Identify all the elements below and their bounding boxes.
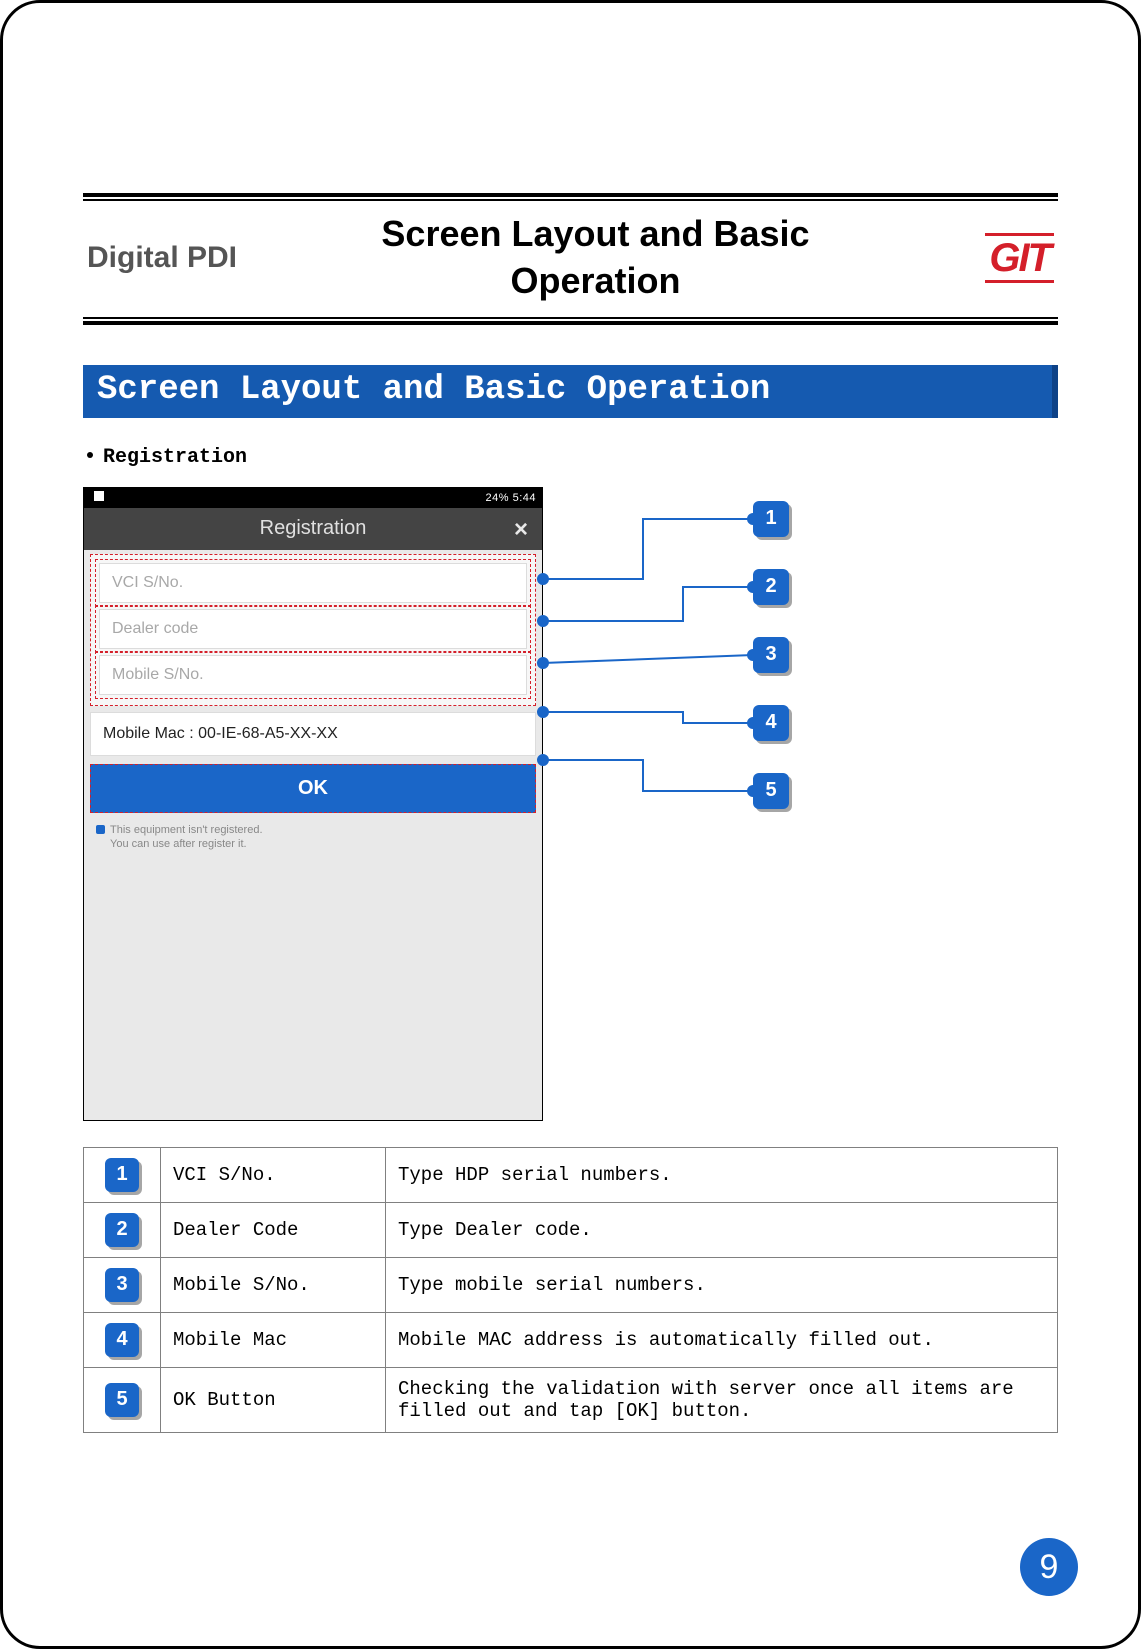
- row-name: Mobile Mac: [161, 1312, 386, 1367]
- callout-badge-2: 2: [753, 569, 789, 605]
- mobile-mac-field: Mobile Mac : 00-IE-68-A5-XX-XX: [90, 712, 536, 756]
- status-notification-icon: [94, 491, 104, 501]
- callout-badge-1: 1: [753, 501, 789, 537]
- header-center-title: Screen Layout and Basic Operation: [297, 211, 894, 305]
- table-row: 2 Dealer Code Type Dealer code.: [84, 1202, 1058, 1257]
- bullet-dot-icon: [87, 452, 93, 458]
- document-page: Digital PDI Screen Layout and Basic Oper…: [0, 0, 1141, 1649]
- phone-status-bar: 24% 5:44: [84, 488, 542, 508]
- row-badge-4: 4: [105, 1323, 139, 1357]
- row-name: Dealer Code: [161, 1202, 386, 1257]
- header-rule-top: [83, 193, 1058, 197]
- row-badge-1: 1: [105, 1158, 139, 1192]
- section-title-bar: Screen Layout and Basic Operation: [83, 365, 1058, 418]
- mobile-sno-field[interactable]: Mobile S/No.: [99, 655, 527, 695]
- figure-wrap: 24% 5:44 Registration × VCI S/No. Dealer…: [83, 487, 1058, 1127]
- table-row: 5 OK Button Checking the validation with…: [84, 1367, 1058, 1432]
- table-row: 1 VCI S/No. Type HDP serial numbers.: [84, 1147, 1058, 1202]
- callout-badge-4: 4: [753, 705, 789, 741]
- ok-button[interactable]: OK: [90, 764, 536, 813]
- header-rule-thin-bottom: [83, 317, 1058, 319]
- row-badge-2: 2: [105, 1213, 139, 1247]
- close-icon[interactable]: ×: [514, 516, 528, 544]
- vci-sno-field[interactable]: VCI S/No.: [99, 563, 527, 603]
- description-table: 1 VCI S/No. Type HDP serial numbers. 2 D…: [83, 1147, 1058, 1433]
- registration-form: VCI S/No. Dealer code Mobile S/No.: [90, 554, 536, 706]
- table-row: 4 Mobile Mac Mobile MAC address is autom…: [84, 1312, 1058, 1367]
- dealer-code-field[interactable]: Dealer code: [99, 609, 527, 649]
- callout-badges: 1 2 3 4 5: [753, 501, 789, 841]
- header-left-title: Digital PDI: [87, 241, 297, 275]
- status-bar-text: 24% 5:44: [486, 492, 536, 504]
- row-badge-5: 5: [105, 1383, 139, 1417]
- row-desc: Type mobile serial numbers.: [386, 1257, 1058, 1312]
- notice-line-1: This equipment isn't registered.: [110, 824, 263, 836]
- row-desc: Mobile MAC address is automatically fill…: [386, 1312, 1058, 1367]
- registration-notice: This equipment isn't registered. You can…: [96, 823, 530, 852]
- callout-badge-5: 5: [753, 773, 789, 809]
- header-rule-bottom: [83, 321, 1058, 325]
- registration-title-bar: Registration ×: [84, 508, 542, 550]
- row-desc: Type Dealer code.: [386, 1202, 1058, 1257]
- registration-title-text: Registration: [260, 517, 367, 540]
- row-name: OK Button: [161, 1367, 386, 1432]
- table-row: 3 Mobile S/No. Type mobile serial number…: [84, 1257, 1058, 1312]
- row-name: Mobile S/No.: [161, 1257, 386, 1312]
- row-desc: Checking the validation with server once…: [386, 1367, 1058, 1432]
- bullet-registration: Registration: [83, 446, 1058, 469]
- phone-screenshot: 24% 5:44 Registration × VCI S/No. Dealer…: [83, 487, 543, 1121]
- callout-badge-3: 3: [753, 637, 789, 673]
- git-logo: GIT: [985, 233, 1054, 283]
- row-desc: Type HDP serial numbers.: [386, 1147, 1058, 1202]
- header-right: GIT: [894, 240, 1054, 276]
- notice-line-2: You can use after register it.: [110, 838, 247, 850]
- row-badge-3: 3: [105, 1268, 139, 1302]
- bullet-text: Registration: [103, 446, 247, 469]
- header-row: Digital PDI Screen Layout and Basic Oper…: [83, 201, 1058, 315]
- row-name: VCI S/No.: [161, 1147, 386, 1202]
- page-number: 9: [1020, 1538, 1078, 1596]
